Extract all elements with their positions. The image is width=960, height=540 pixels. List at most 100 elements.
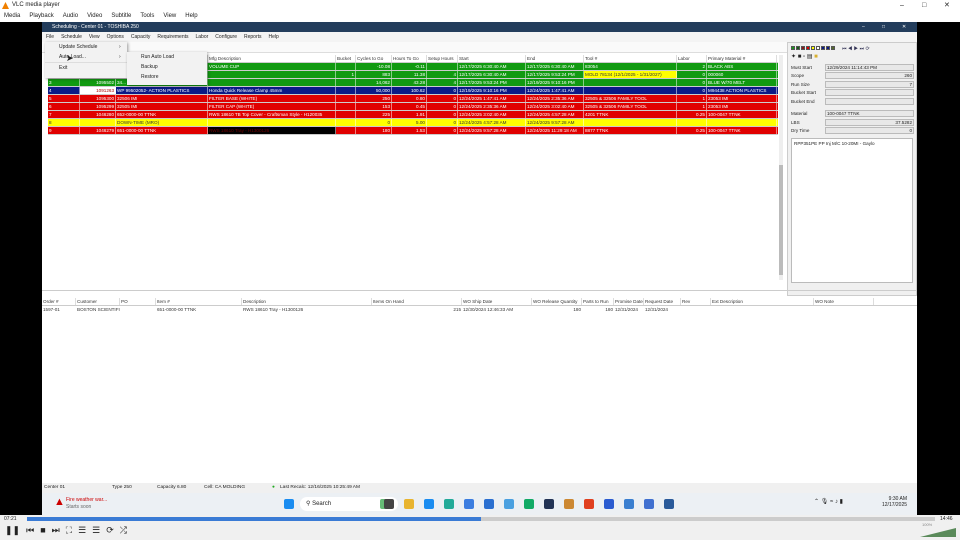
vlc-menu-help[interactable]: Help	[185, 11, 197, 22]
taskbar-app-icon[interactable]	[464, 499, 474, 509]
column-header[interactable]: Order #	[42, 298, 76, 305]
field-value[interactable]	[825, 89, 914, 97]
taskbar-app-icon[interactable]	[544, 499, 554, 509]
column-header[interactable]: Start	[458, 55, 526, 62]
column-header[interactable]: Tool #	[584, 55, 677, 62]
field-value[interactable]	[825, 97, 914, 105]
menu-backup[interactable]: Backup	[127, 62, 207, 72]
color-swatch[interactable]	[821, 46, 825, 50]
card-icon[interactable]: ■	[798, 54, 802, 60]
schedule-row[interactable]: 6 1095299 32505 IMI FILTER CAP (WHITE) 153 0.…	[48, 103, 778, 111]
taskbar-app-icon[interactable]	[564, 499, 574, 509]
add-icon[interactable]: ✦	[791, 54, 796, 60]
taskbar-app-icon[interactable]	[404, 499, 414, 509]
app-minimize-button[interactable]: –	[862, 22, 865, 32]
print-icon[interactable]: ▤	[807, 54, 813, 60]
field-value[interactable]: 100-0047 TTNK	[825, 110, 914, 118]
color-swatch[interactable]	[796, 46, 800, 50]
fullscreen-button[interactable]: ⛶	[66, 525, 72, 536]
doc-icon[interactable]: ▫	[803, 54, 805, 60]
stop-button[interactable]: ■	[40, 525, 45, 536]
menu-exit[interactable]: Exit	[45, 62, 127, 72]
maximize-button[interactable]: □	[922, 0, 926, 11]
taskbar-app-icon[interactable]	[644, 499, 654, 509]
column-header[interactable]: Primary Material #	[707, 55, 777, 62]
tray-icons[interactable]: ⌃ 🎙 ≈ ♪ ▮	[814, 498, 843, 505]
app-menu-file[interactable]: File	[46, 32, 54, 42]
column-header[interactable]: End	[526, 55, 584, 62]
column-header[interactable]: Description	[242, 298, 372, 305]
pause-button[interactable]: ❚❚	[5, 525, 20, 536]
field-value[interactable]: 37.5282	[825, 118, 914, 126]
vlc-menu-subtitle[interactable]: Subtitle	[111, 11, 131, 22]
column-header[interactable]: WO Note	[814, 298, 874, 305]
vlc-menu-audio[interactable]: Audio	[63, 11, 78, 22]
taskbar-app-icon[interactable]	[624, 499, 634, 509]
seek-bar[interactable]	[27, 517, 935, 521]
column-header[interactable]: Hours To Go	[392, 55, 427, 62]
vlc-menu-playback[interactable]: Playback	[29, 11, 53, 22]
column-header[interactable]: Bucket	[336, 55, 356, 62]
taskbar-app-icon[interactable]	[484, 499, 494, 509]
color-swatch[interactable]	[806, 46, 810, 50]
app-menu-help[interactable]: Help	[269, 32, 279, 42]
column-header[interactable]: WO Release Quantity	[532, 298, 582, 305]
loop-button[interactable]: ⟳	[106, 525, 114, 536]
column-header[interactable]: WO Ship Date	[462, 298, 532, 305]
color-swatch[interactable]	[811, 46, 815, 50]
field-value[interactable]: 12/29/2024 11:14:43 PM	[825, 63, 914, 71]
taskbar-app-icon[interactable]	[384, 499, 394, 509]
schedule-row[interactable]: 7 1046280 652-0000-00 TTNK RWS 18610 TB Top…	[48, 111, 778, 119]
taskbar-app-icon[interactable]	[444, 499, 454, 509]
color-swatch[interactable]	[831, 46, 835, 50]
menu-restore[interactable]: Restore	[127, 72, 207, 82]
vlc-menu-view[interactable]: View	[163, 11, 176, 22]
schedule-row[interactable]: 5 1095300 32506 IMI FILTER BASE (WHITE) 250 0…	[48, 95, 778, 103]
column-header[interactable]: Promise Date	[614, 298, 644, 305]
menu-update-schedule[interactable]: Update Schedule ›	[45, 42, 127, 52]
extended-settings-button[interactable]: ☰	[78, 525, 86, 536]
order-row[interactable]: 1597-01 BOSTON SCIENTIFIC 651-0000-00 TTNK…	[42, 306, 917, 314]
next-button[interactable]: ⏭	[52, 525, 60, 536]
column-header[interactable]: Customer	[76, 298, 120, 305]
vlc-menu-media[interactable]: Media	[4, 11, 20, 22]
column-header[interactable]: Item #	[156, 298, 242, 305]
taskbar-app-icon[interactable]	[504, 499, 514, 509]
column-header[interactable]: Parts to Run	[582, 298, 614, 305]
minimize-button[interactable]: –	[900, 0, 904, 11]
taskbar-app-icon[interactable]	[424, 499, 434, 509]
column-header[interactable]: Rev	[681, 298, 711, 305]
close-button[interactable]: ✕	[944, 0, 950, 11]
color-swatch[interactable]	[801, 46, 805, 50]
taskbar-app-icon[interactable]	[584, 499, 594, 509]
windows-start-icon[interactable]	[284, 499, 294, 509]
splitter[interactable]	[42, 290, 917, 293]
app-menu-options[interactable]: Options	[107, 32, 124, 42]
column-header[interactable]: Items On Hand	[372, 298, 462, 305]
column-header[interactable]: Labor	[677, 55, 707, 62]
app-close-button[interactable]: ✕	[902, 22, 906, 32]
vlc-menu-video[interactable]: Video	[87, 11, 102, 22]
previous-button[interactable]: ⏮	[26, 525, 34, 536]
field-value[interactable]: 7	[825, 80, 914, 88]
record-nav-icons[interactable]: ⏮ ◀ ▶ ⏭ ⟳	[842, 46, 870, 52]
playlist-button[interactable]: ☰	[92, 525, 100, 536]
grid-scrollbar[interactable]	[779, 55, 783, 280]
folder-icon[interactable]: ■	[814, 54, 818, 60]
app-menu-reports[interactable]: Reports	[244, 32, 262, 42]
taskbar-app-icon[interactable]	[524, 499, 534, 509]
menu-run-auto-load[interactable]: Run Auto Load	[127, 52, 207, 62]
shuffle-button[interactable]: ⤮	[120, 525, 127, 536]
column-header[interactable]: Setup Hours	[427, 55, 458, 62]
column-header[interactable]: Cycles to Go	[356, 55, 392, 62]
weather-title[interactable]: Fire weather war...	[66, 497, 107, 503]
color-swatch[interactable]	[826, 46, 830, 50]
field-value[interactable]: 0	[825, 127, 914, 135]
app-maximize-button[interactable]: □	[882, 22, 885, 32]
volume-slider[interactable]	[920, 528, 956, 537]
taskbar-app-icon[interactable]	[664, 499, 674, 509]
schedule-row[interactable]: 8 DOWN-TIME (MRO) 0 5.00 0 12/24/2025 4:57:28…	[48, 119, 778, 127]
column-header[interactable]: Request Date	[644, 298, 681, 305]
clock[interactable]: 9:30 AM 12/17/2025	[882, 496, 907, 508]
color-swatch[interactable]	[791, 46, 795, 50]
